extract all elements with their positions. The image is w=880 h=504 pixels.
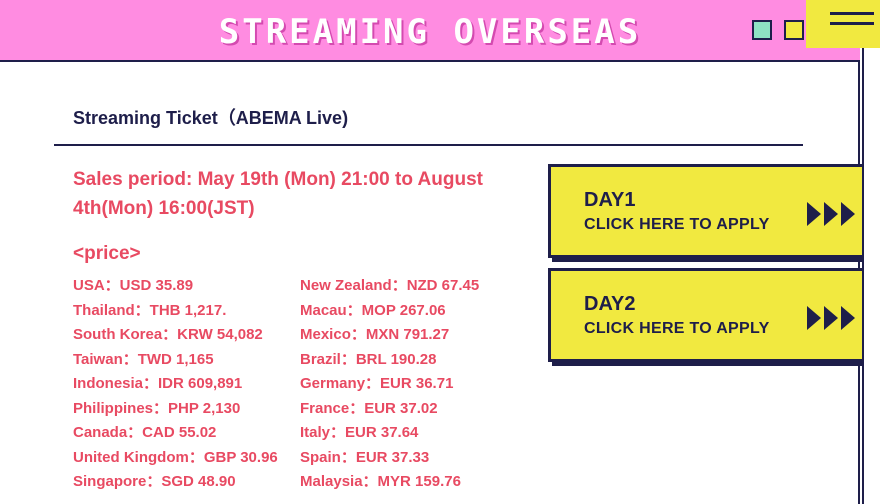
day2-apply-button[interactable]: DAY2 CLICK HERE TO APPLY bbox=[548, 268, 872, 362]
window-title: STREAMING OVERSEAS bbox=[218, 12, 642, 52]
hamburger-menu-icon bbox=[830, 12, 874, 15]
day2-label: DAY2 bbox=[584, 293, 636, 315]
price-item: Philippines：PHP 2,130 bbox=[73, 399, 241, 417]
window-titlebar: STREAMING OVERSEAS bbox=[0, 0, 860, 62]
side-border bbox=[862, 0, 880, 504]
price-item: France：EUR 37.02 bbox=[300, 399, 438, 417]
day1-label: DAY1 bbox=[584, 189, 636, 211]
ticket-title: Streaming Ticket（ABEMA Live) bbox=[73, 108, 349, 128]
price-list-right: New Zealand：NZD 67.45 Macau：MOP 267.06 M… bbox=[300, 276, 479, 497]
price-item: United Kingdom：GBP 30.96 bbox=[73, 448, 278, 466]
maximize-yellow-icon[interactable] bbox=[784, 20, 804, 40]
hamburger-menu-button[interactable] bbox=[806, 0, 880, 48]
triple-arrow-icon bbox=[807, 306, 855, 330]
hamburger-menu-icon bbox=[830, 22, 874, 25]
price-item: Taiwan：TWD 1,165 bbox=[73, 350, 214, 368]
price-item: Malaysia：MYR 159.76 bbox=[300, 473, 461, 490]
price-item: Brazil：BRL 190.28 bbox=[300, 350, 437, 368]
price-item: Thailand：THB 1,217. bbox=[73, 301, 227, 319]
price-item: Canada：CAD 55.02 bbox=[73, 424, 217, 441]
price-item: Italy：EUR 37.64 bbox=[300, 424, 419, 441]
minimize-green-icon[interactable] bbox=[752, 20, 772, 40]
price-item: Germany：EUR 36.71 bbox=[300, 375, 454, 392]
triple-arrow-icon bbox=[807, 202, 855, 226]
sales-period: Sales period: May 19th (Mon) 21:00 to Au… bbox=[73, 169, 483, 219]
price-item: Indonesia：IDR 609,891 bbox=[73, 375, 243, 392]
apply-label: CLICK HERE TO APPLY bbox=[584, 216, 770, 233]
day1-apply-button[interactable]: DAY1 CLICK HERE TO APPLY bbox=[548, 164, 872, 258]
side-border-line bbox=[862, 0, 864, 504]
price-item: Singapore：SGD 48.90 bbox=[73, 473, 236, 490]
price-item: South Korea：KRW 54,082 bbox=[73, 326, 263, 343]
price-heading: <price> bbox=[73, 243, 141, 264]
price-item: Macau：MOP 267.06 bbox=[300, 301, 446, 319]
price-item: New Zealand：NZD 67.45 bbox=[300, 277, 480, 294]
price-item: USA：USD 35.89 bbox=[73, 277, 194, 294]
apply-label: CLICK HERE TO APPLY bbox=[584, 320, 770, 337]
price-item: Spain：EUR 37.33 bbox=[300, 448, 430, 466]
section-divider bbox=[54, 144, 803, 146]
price-list-left: USA：USD 35.89 Thailand：THB 1,217. South … bbox=[73, 276, 278, 497]
streaming-window: STREAMING OVERSEAS Streaming Ticket（ABEM… bbox=[0, 0, 872, 504]
price-item: Mexico：MXN 791.27 bbox=[300, 326, 450, 343]
